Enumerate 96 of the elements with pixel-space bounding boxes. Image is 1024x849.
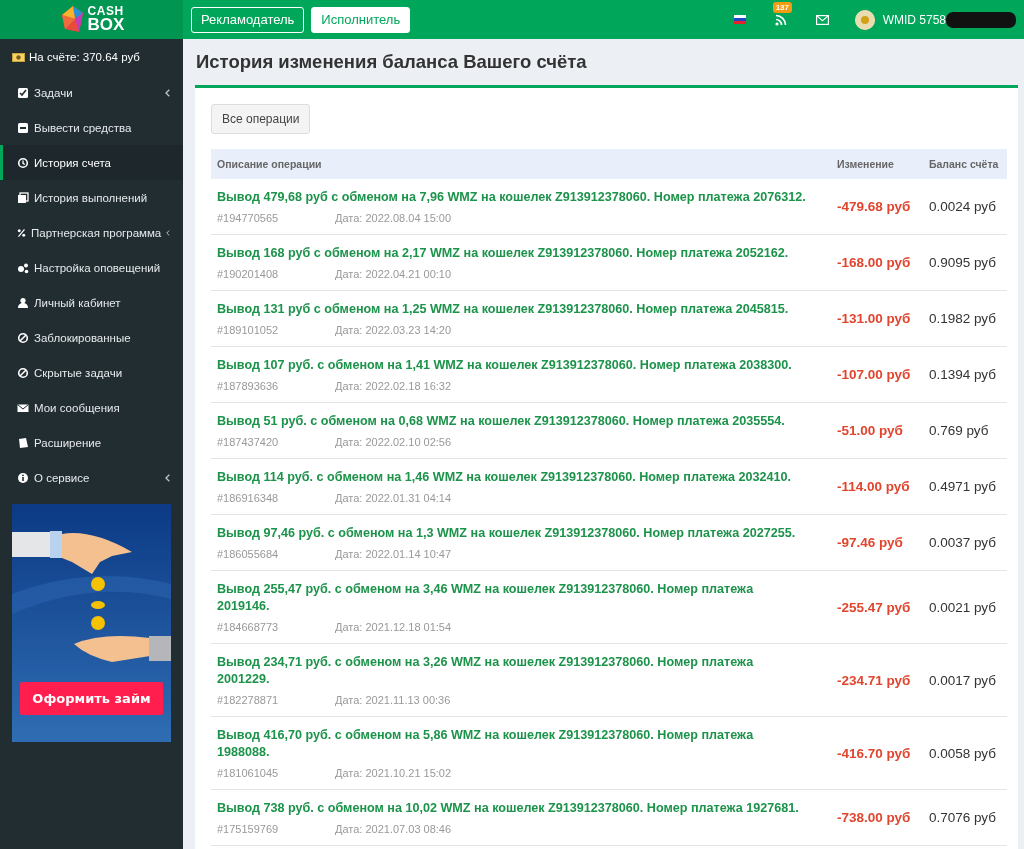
- operation-description: Вывод 479,68 руб с обменом на 7,96 WMZ на кошелек Z913912378060. Номер платежа 2076312.: [217, 189, 806, 206]
- chevron-left-icon: [166, 228, 170, 237]
- user-icon: [17, 296, 29, 309]
- operation-description: Вывод 97,46 руб. с обменом на 1,3 WMZ на кошелек Z913912378060. Номер платежа 2027255.: [217, 525, 797, 542]
- balance-change: -255.47 руб: [836, 599, 911, 615]
- avatar[interactable]: [854, 9, 875, 30]
- history-icon: [17, 156, 29, 169]
- account-balance: На счёте: 370.64 руб: [29, 51, 140, 63]
- chevron-left-icon: [165, 88, 170, 97]
- page-title: История изменения баланса Вашего счёта: [196, 51, 588, 71]
- sidebar-item[interactable]: О сервисе: [0, 460, 183, 495]
- ban-icon: [17, 366, 29, 379]
- minus-square-icon: [17, 121, 29, 134]
- checkbox-icon: [17, 86, 29, 99]
- loan-button[interactable]: Оформить займ: [20, 682, 163, 715]
- account-balance-value: 0.0024 руб: [928, 199, 996, 214]
- account-balance-value: 0.1982 руб: [928, 311, 996, 326]
- sidebar-item[interactable]: Личный кабинет: [0, 285, 183, 320]
- operation-description: Вывод 131 руб с обменом на 1,25 WMZ на кошелек Z913912378060. Номер платежа 2045815.: [217, 301, 790, 318]
- balance-change: -97.46 руб: [836, 535, 903, 550]
- operation-description: Вывод 255,47 руб. с обменом на 3,46 WMZ на кошелек Z913912378060. Номер платежа 2019146.: [217, 581, 755, 615]
- account-balance-value: 0.0017 руб: [928, 672, 996, 688]
- operation-date: Дата: 2022.08.04 15:00: [335, 212, 452, 224]
- account-balance-value: 0.769 руб: [928, 423, 989, 438]
- logo-text: CASH: [87, 6, 125, 18]
- operation-id: #186916348: [217, 492, 280, 504]
- percent-icon: [17, 226, 26, 239]
- column-header: Описание операции: [211, 149, 831, 179]
- envelope-icon: [17, 401, 29, 414]
- operation-id: #186055684: [217, 548, 280, 560]
- account-balance-value: 0.7076 руб: [928, 810, 996, 825]
- operation-description: Вывод 416,70 руб. с обменом на 5,86 WMZ на кошелек Z913912378060. Номер платежа 1988088.: [217, 727, 755, 761]
- account-balance-value: 0.0021 руб: [928, 599, 996, 615]
- account-balance-value: 0.1394 руб: [928, 367, 996, 382]
- operation-id: #181061045: [217, 767, 280, 779]
- operation-description: Вывод 738 руб. с обменом на 10,02 WMZ на кошелек Z913912378060. Номер платежа 1927681.: [217, 800, 800, 817]
- balance-change: -234.71 руб: [836, 672, 911, 688]
- balance-change: -479.68 руб: [836, 199, 911, 214]
- column-header: Баланс счёта: [922, 149, 1007, 179]
- operation-id: #184668773: [217, 621, 280, 633]
- sidebar-item[interactable]: История счета: [0, 145, 183, 180]
- balance-change: -51.00 руб: [836, 423, 903, 438]
- sidebar-item[interactable]: Вывести средства: [0, 110, 183, 145]
- envelope-icon[interactable]: [815, 14, 829, 25]
- account-balance-value: 0.4971 руб: [928, 479, 996, 494]
- account-balance-value: 0.0058 руб: [928, 745, 996, 761]
- operation-description: Вывод 107 руб. с обменом на 1,41 WMZ на кошелек Z913912378060. Номер платежа 2038300.: [217, 357, 793, 374]
- operation-description: Вывод 51 руб. с обменом на 0,68 WMZ на кошелек Z913912378060. Номер платежа 2035554.: [217, 413, 786, 430]
- sidebar-item[interactable]: Скрытые задачи: [0, 355, 183, 390]
- balance-change: -131.00 руб: [836, 311, 911, 326]
- operation-date: Дата: 2021.07.03 08:46: [335, 823, 452, 835]
- sidebar-item[interactable]: Мои сообщения: [0, 390, 183, 425]
- operation-date: Дата: 2022.01.31 04:14: [335, 492, 452, 504]
- balance-change: -114.00 руб: [836, 479, 910, 494]
- money-icon: [12, 52, 25, 62]
- redaction-mark: [946, 11, 1016, 28]
- balance-change: -168.00 руб: [836, 255, 911, 270]
- operation-id: #187437420: [217, 436, 280, 448]
- balance-change: -416.70 руб: [836, 745, 911, 761]
- sidebar-item[interactable]: Партнерская программа: [0, 215, 183, 250]
- info-icon: [17, 471, 29, 484]
- operation-id: #175159769: [217, 823, 280, 835]
- chevron-left-icon: [165, 473, 170, 482]
- sidebar-item[interactable]: Расширение: [0, 425, 183, 460]
- operation-id: #189101052: [217, 324, 280, 336]
- operation-description: Вывод 168 руб с обменом на 2,17 WMZ на кошелек Z913912378060. Номер платежа 2052162.: [217, 245, 790, 262]
- balance-change: -738.00 руб: [836, 810, 911, 825]
- operation-date: Дата: 2022.01.14 10:47: [335, 548, 452, 560]
- notification-badge: 137: [772, 1, 792, 13]
- sidebar-item[interactable]: История выполнений: [0, 180, 183, 215]
- column-header: Изменение: [830, 149, 923, 179]
- flag-icon[interactable]: [733, 15, 746, 24]
- sidebar-item[interactable]: Заблокированные: [0, 320, 183, 355]
- operation-date: Дата: 2022.02.10 02:56: [335, 436, 452, 448]
- operation-date: Дата: 2021.12.18 01:54: [335, 621, 452, 633]
- operation-description: Вывод 114 руб. с обменом на 1,46 WMZ на кошелек Z913912378060. Номер платежа 2032410.: [217, 469, 793, 486]
- operation-description: Вывод 234,71 руб. с обменом на 3,26 WMZ на кошелек Z913912378060. Номер платежа 2001229.: [217, 654, 755, 688]
- operation-date: Дата: 2021.11.13 00:36: [335, 694, 451, 706]
- sidebar-item[interactable]: Настройка оповещений: [0, 250, 183, 285]
- ban-icon: [17, 331, 29, 344]
- sidebar-item[interactable]: Задачи: [0, 75, 183, 110]
- operation-date: Дата: 2021.10.21 15:02: [335, 767, 452, 779]
- operation-id: #187893636: [217, 380, 280, 392]
- operation-date: Дата: 2022.03.23 14:20: [335, 324, 452, 336]
- logo-text: BOX: [87, 17, 125, 33]
- operation-date: Дата: 2022.02.18 16:32: [335, 380, 452, 392]
- account-balance-value: 0.9095 руб: [928, 255, 996, 270]
- operation-date: Дата: 2022.04.21 00:10: [335, 268, 452, 280]
- rss-icon[interactable]: [774, 13, 787, 26]
- operation-id: #190201408: [217, 268, 280, 280]
- operation-id: #194770565: [217, 212, 280, 224]
- copy-icon: [17, 191, 29, 204]
- account-balance-value: 0.0037 руб: [928, 535, 996, 550]
- balance-change: -107.00 руб: [836, 367, 911, 382]
- all-operations-button[interactable]: Все операции: [211, 104, 311, 134]
- operation-id: #182278871: [217, 694, 280, 706]
